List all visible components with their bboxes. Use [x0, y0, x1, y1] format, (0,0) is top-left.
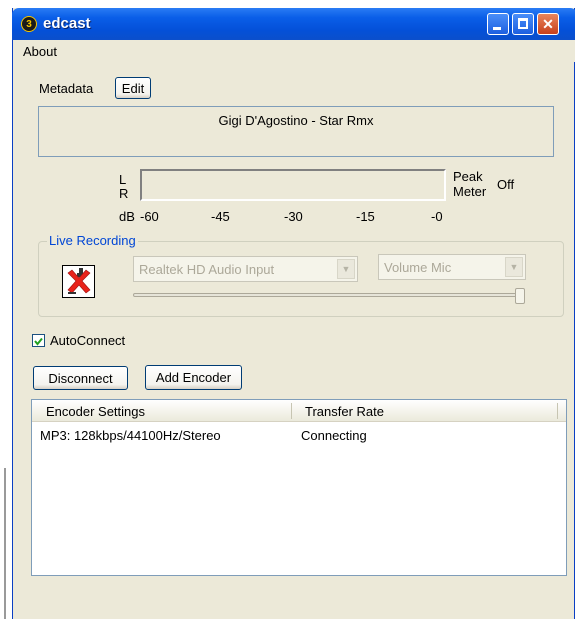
peak-meter-state[interactable]: Off [497, 177, 514, 192]
menu-about[interactable]: About [23, 44, 57, 59]
level-meter [140, 169, 446, 201]
minimize-icon [493, 27, 501, 30]
scale-tick: -15 [356, 209, 375, 224]
current-track-text: Gigi D'Agostino - Star Rmx [218, 113, 374, 128]
transfer-rate-cell: Connecting [301, 428, 367, 443]
edit-metadata-button[interactable]: Edit [115, 77, 151, 99]
column-divider[interactable] [291, 403, 292, 419]
db-label: dB [119, 209, 135, 224]
volume-slider-track[interactable] [133, 293, 525, 297]
encoder-settings-cell: MP3: 128kbps/44100Hz/Stereo [40, 428, 221, 443]
chevron-down-icon[interactable]: ▼ [505, 257, 523, 277]
column-header-encoder-settings[interactable]: Encoder Settings [46, 404, 145, 419]
autoconnect-label[interactable]: AutoConnect [50, 333, 125, 348]
minimize-button[interactable] [487, 13, 509, 35]
edcast-window: 3 edcast ✕ About Metadata Edit Gigi D'Ag… [12, 8, 575, 619]
maximize-button[interactable] [512, 13, 534, 35]
scale-tick: -60 [140, 209, 159, 224]
meter-right-label: R [119, 186, 129, 201]
checkmark-icon [34, 337, 43, 346]
disconnect-button[interactable]: Disconnect [33, 366, 128, 390]
input-device-select[interactable]: Realtek HD Audio Input ▼ [133, 256, 358, 282]
chevron-down-icon[interactable]: ▼ [337, 259, 355, 279]
column-divider[interactable] [557, 403, 558, 419]
maximize-icon [518, 18, 528, 29]
input-device-value: Realtek HD Audio Input [139, 262, 275, 277]
title-bar[interactable]: 3 edcast ✕ [12, 8, 575, 40]
background-edge [4, 468, 6, 619]
encoder-list[interactable]: Encoder Settings Transfer Rate MP3: 128k… [31, 399, 567, 576]
autoconnect-checkbox[interactable] [32, 334, 45, 347]
mixer-line-value: Volume Mic [384, 260, 452, 275]
menu-bar: About [13, 40, 575, 62]
red-x-disabled-icon[interactable] [62, 265, 95, 298]
encoder-list-header: Encoder Settings Transfer Rate [32, 400, 566, 422]
column-header-transfer-rate[interactable]: Transfer Rate [305, 404, 384, 419]
meter-label: Meter [453, 184, 487, 199]
close-button[interactable]: ✕ [537, 13, 559, 35]
scale-tick: -30 [284, 209, 303, 224]
window-title: edcast [43, 15, 91, 32]
live-recording-title: Live Recording [47, 233, 138, 248]
edcast-app-icon[interactable]: 3 [21, 16, 37, 32]
metadata-display: Gigi D'Agostino - Star Rmx [38, 106, 554, 157]
close-icon: ✕ [542, 16, 554, 32]
meter-left-label: L [119, 172, 127, 187]
add-encoder-button[interactable]: Add Encoder [145, 365, 242, 390]
scale-tick: -45 [211, 209, 230, 224]
volume-slider-thumb[interactable] [515, 288, 525, 304]
peak-label: Peak [453, 169, 483, 184]
scale-tick: -0 [431, 209, 443, 224]
mixer-line-select[interactable]: Volume Mic ▼ [378, 254, 526, 280]
metadata-label: Metadata [39, 81, 94, 96]
